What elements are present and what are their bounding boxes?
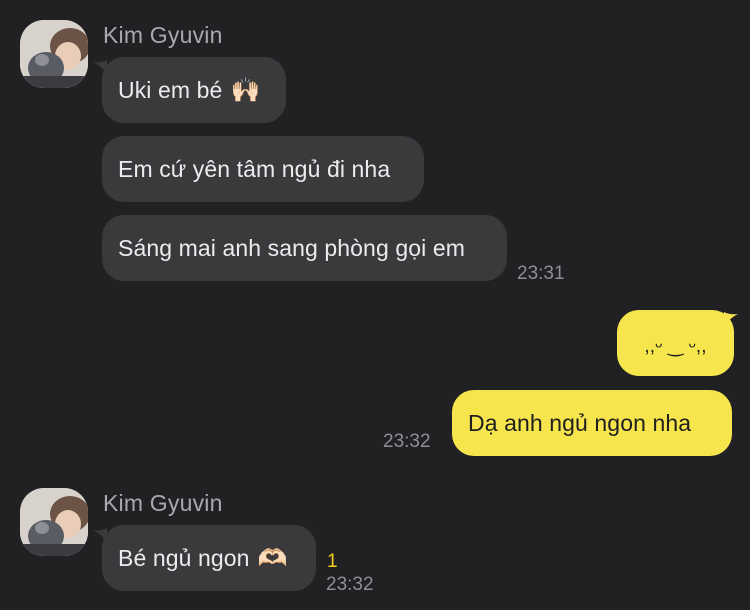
message-bubble[interactable]: Bé ngủ ngon 🫶🏻 — [102, 525, 316, 591]
message-text: Bé ngủ ngon — [118, 544, 250, 571]
timestamp: 23:31 — [517, 263, 565, 284]
message-text: Dạ anh ngủ ngon nha — [468, 409, 692, 436]
raising-hands-icon: 🙌🏻 — [230, 76, 261, 104]
profile-photo-icon — [20, 488, 88, 556]
message-bubble[interactable]: Em cứ yên tâm ngủ đi nha — [102, 136, 424, 202]
timestamp: 23:32 — [326, 574, 374, 595]
message-bubble[interactable]: Sáng mai anh sang phòng gọi em — [102, 215, 507, 281]
timestamp: 23:32 — [383, 431, 431, 452]
bubble-tail-icon — [724, 312, 738, 326]
message-text: ,,ᵕ ‿ ᵕ,, — [644, 335, 707, 357]
sender-name: Kim Gyuvin — [103, 22, 223, 48]
sender-name: Kim Gyuvin — [103, 490, 223, 516]
unread-count-badge: 1 — [327, 551, 338, 572]
message-text: Em cứ yên tâm ngủ đi nha — [118, 155, 391, 182]
heart-hands-icon: 🫶🏻 — [257, 544, 288, 572]
message-bubble-outgoing[interactable]: Dạ anh ngủ ngon nha — [452, 390, 732, 456]
avatar[interactable] — [20, 20, 88, 88]
avatar[interactable] — [20, 488, 88, 556]
message-text: Sáng mai anh sang phòng gọi em — [118, 234, 465, 261]
profile-photo-icon — [20, 20, 88, 88]
bubble-tail-icon — [93, 528, 107, 542]
message-text: Uki em bé — [118, 76, 223, 103]
message-bubble[interactable]: Uki em bé 🙌🏻 — [102, 57, 286, 123]
message-bubble-outgoing[interactable]: ,,ᵕ ‿ ᵕ,, — [617, 310, 734, 376]
bubble-tail-icon — [93, 60, 107, 74]
